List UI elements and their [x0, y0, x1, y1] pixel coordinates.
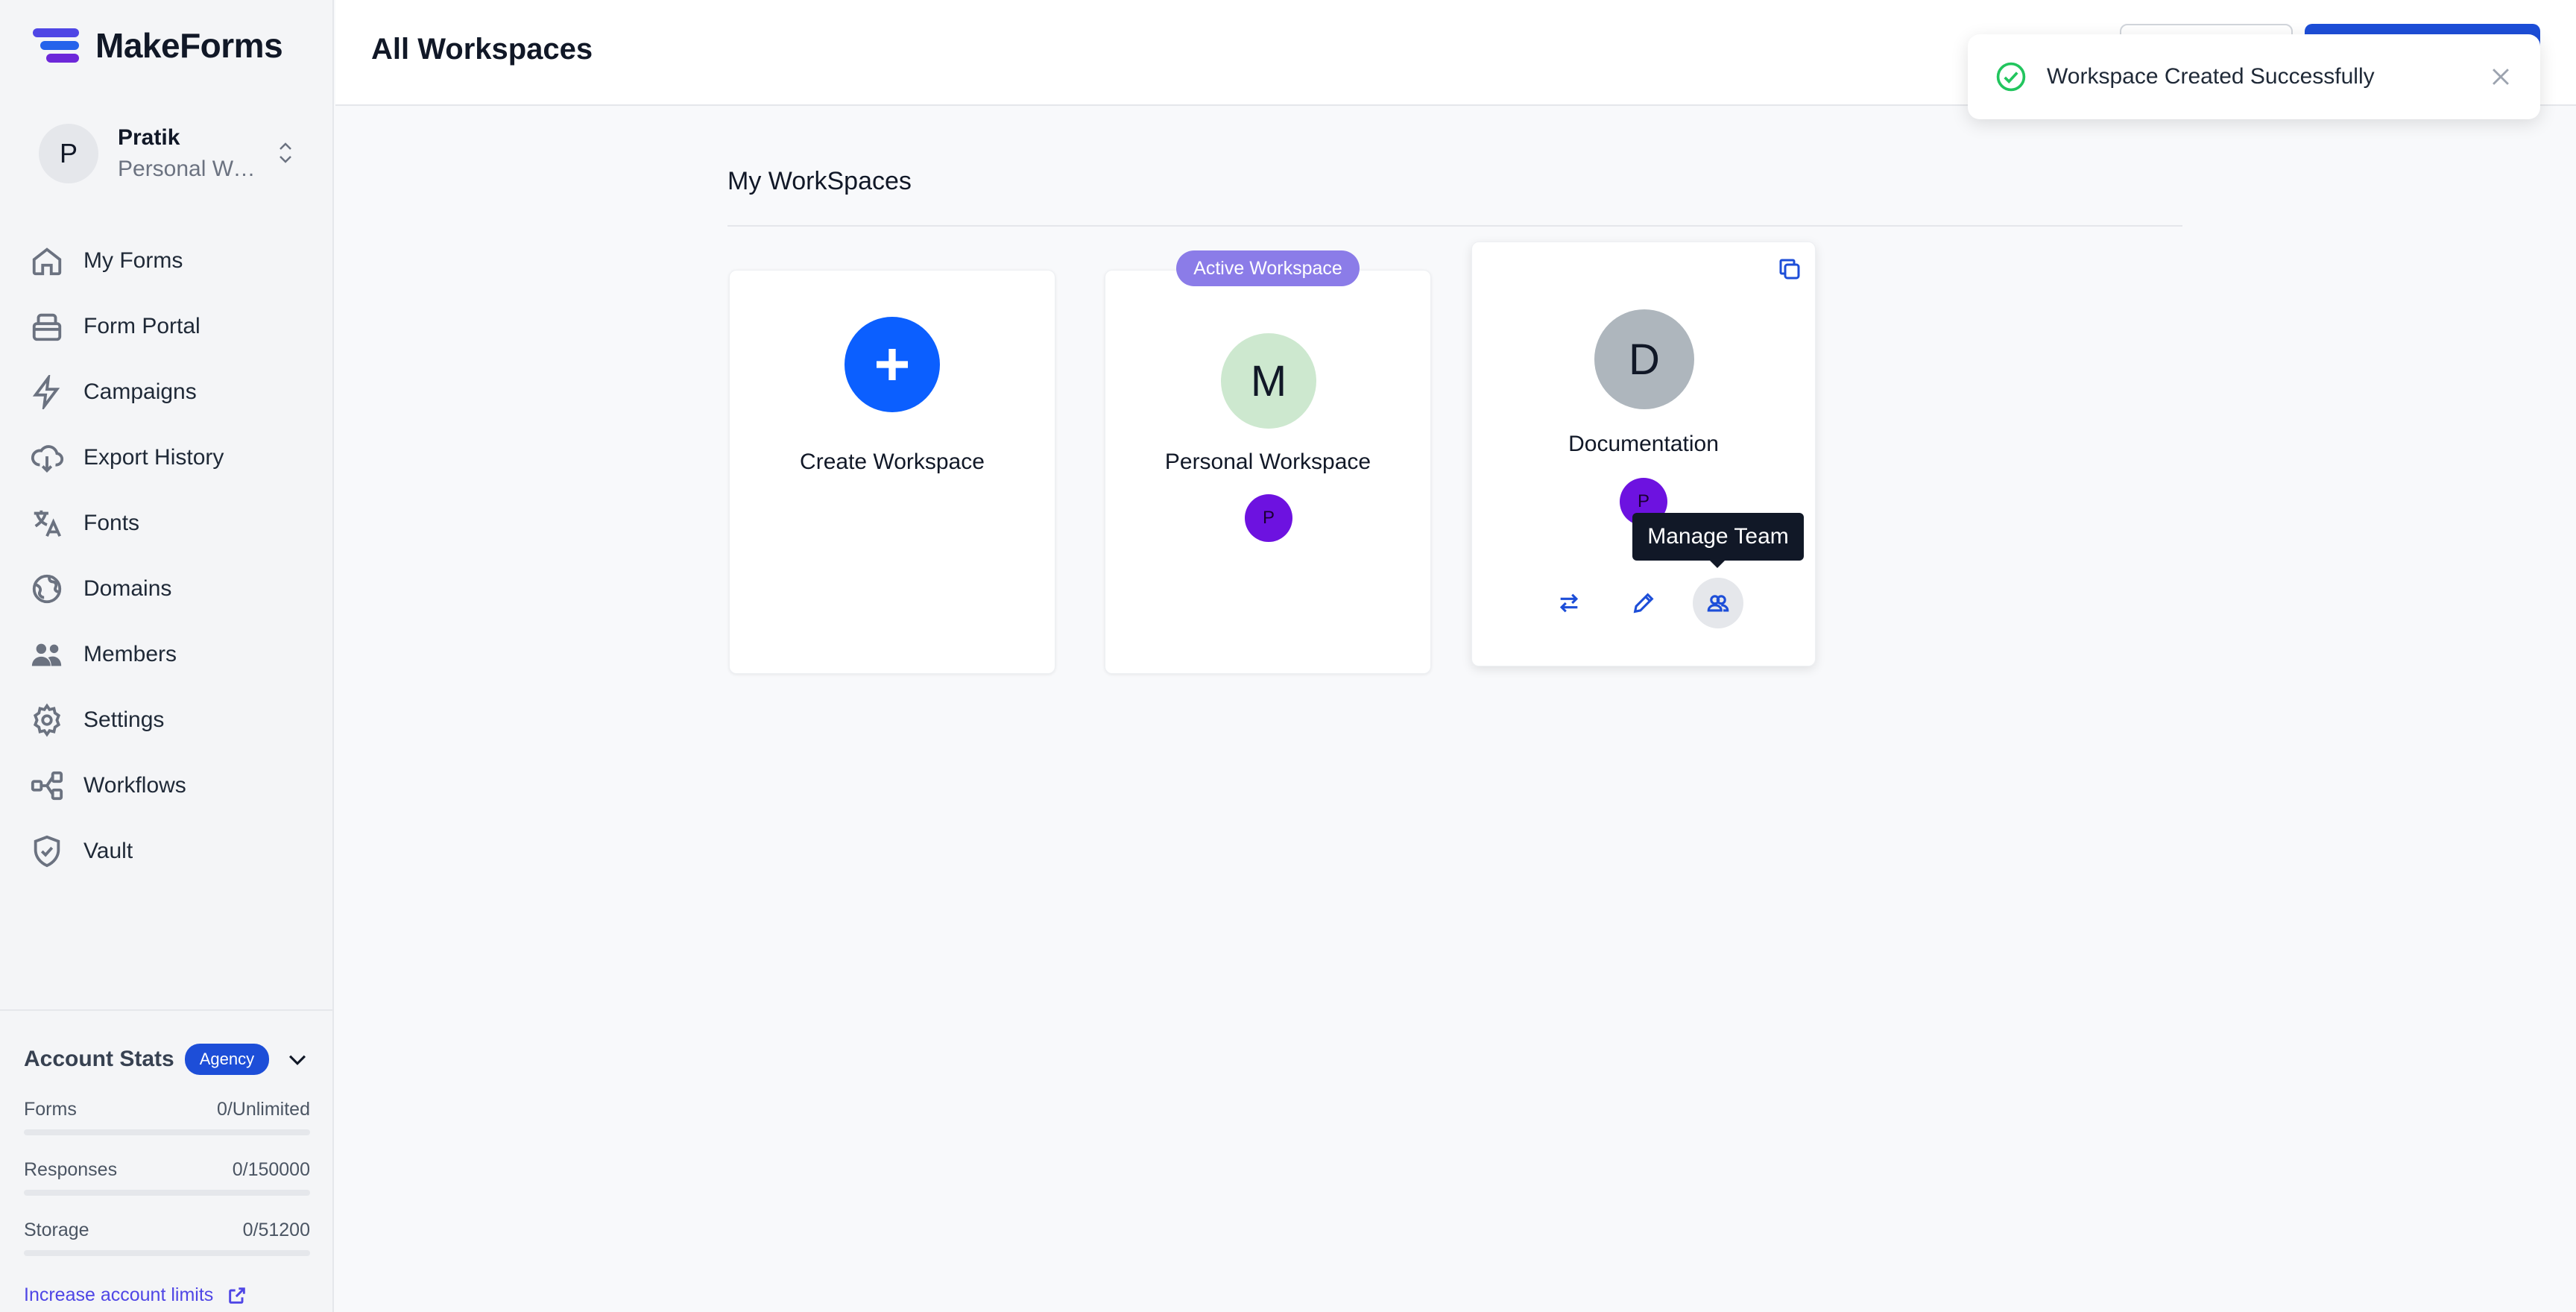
globe-icon: [32, 574, 62, 604]
user-name: Pratik: [118, 125, 180, 150]
workspace-switcher[interactable]: P Pratik Personal Workspace: [39, 122, 297, 185]
workspace-card-documentation[interactable]: D Documentation P: [1471, 242, 1816, 666]
sidebar-item-campaigns[interactable]: Campaigns: [27, 359, 310, 425]
avatar: P: [39, 124, 98, 183]
close-icon[interactable]: [2488, 64, 2513, 89]
active-workspace-badge: Active Workspace: [1176, 250, 1360, 286]
divider: [727, 225, 2182, 227]
progress-bar: [24, 1190, 310, 1196]
increase-limits-link[interactable]: Increase account limits: [24, 1284, 310, 1306]
external-link-icon: [229, 1287, 246, 1304]
chevron-down-icon[interactable]: [285, 1047, 310, 1072]
member-avatar: P: [1245, 494, 1292, 542]
page-title: All Workspaces: [371, 33, 593, 66]
current-workspace: Personal Workspace: [118, 157, 264, 181]
create-workspace-card[interactable]: Create Workspace: [729, 270, 1055, 674]
logo[interactable]: MakeForms: [33, 25, 283, 66]
sidebar-item-vault[interactable]: Vault: [27, 819, 310, 884]
stat-responses: Responses 0/150000: [24, 1159, 310, 1196]
workspace-avatar: M: [1221, 333, 1316, 429]
switch-workspace-button[interactable]: [1544, 578, 1594, 628]
copy-icon[interactable]: [1776, 256, 1803, 283]
chevron-updown-icon: [274, 138, 297, 169]
success-toast: Workspace Created Successfully: [1968, 34, 2540, 119]
sidebar-item-fonts[interactable]: Fonts: [27, 491, 310, 556]
account-stats: Account Stats Agency Forms 0/Unlimited Re…: [0, 1009, 334, 1312]
workspace-card-personal[interactable]: M Personal Workspace P: [1105, 270, 1431, 674]
bolt-icon: [32, 375, 60, 409]
sidebar-item-settings[interactable]: Settings: [27, 687, 310, 753]
sidebar-nav: My Forms Form Portal Campaigns Export Hi…: [27, 228, 310, 884]
users-icon: [31, 643, 62, 666]
sidebar-item-export-history[interactable]: Export History: [27, 425, 310, 491]
pencil-icon: [1633, 593, 1654, 614]
translate-icon: [34, 510, 61, 537]
edit-workspace-button[interactable]: [1618, 578, 1669, 628]
check-circle-icon: [1996, 62, 2026, 92]
sidebar-item-workflows[interactable]: Workflows: [27, 753, 310, 819]
plan-badge: Agency: [184, 1044, 270, 1075]
progress-bar: [24, 1250, 310, 1256]
workspace-name: Personal Workspace: [1164, 450, 1371, 474]
shield-check-icon: [34, 835, 60, 868]
workflow-icon: [31, 771, 63, 801]
sidebar: MakeForms P Pratik Personal Workspace My…: [0, 0, 334, 1312]
workspace-name: Documentation: [1568, 432, 1719, 456]
create-workspace-label: Create Workspace: [800, 450, 985, 474]
section-title: My WorkSpaces: [727, 167, 912, 195]
sidebar-item-my-forms[interactable]: My Forms: [27, 228, 310, 294]
team-icon: [1707, 595, 1729, 612]
switch-arrows-icon: [1559, 593, 1579, 613]
sidebar-item-form-portal[interactable]: Form Portal: [27, 294, 310, 359]
progress-bar: [24, 1129, 310, 1135]
sidebar-item-members[interactable]: Members: [27, 622, 310, 687]
sidebar-item-domains[interactable]: Domains: [27, 556, 310, 622]
account-stats-title: Account Stats: [24, 1047, 174, 1071]
stat-forms: Forms 0/Unlimited: [24, 1099, 310, 1135]
stat-storage: Storage 0/51200: [24, 1220, 310, 1256]
toast-message: Workspace Created Successfully: [2047, 64, 2375, 89]
app-name: MakeForms: [95, 26, 283, 65]
gear-icon: [33, 703, 61, 737]
home-icon: [32, 247, 62, 276]
manage-team-button[interactable]: [1693, 578, 1743, 628]
cloud-download-icon: [31, 445, 64, 473]
logo-icon: [33, 27, 79, 64]
plus-icon: [845, 317, 940, 412]
manage-team-tooltip: Manage Team: [1632, 513, 1804, 568]
portal-icon: [32, 313, 62, 341]
workspace-avatar: D: [1594, 309, 1694, 409]
